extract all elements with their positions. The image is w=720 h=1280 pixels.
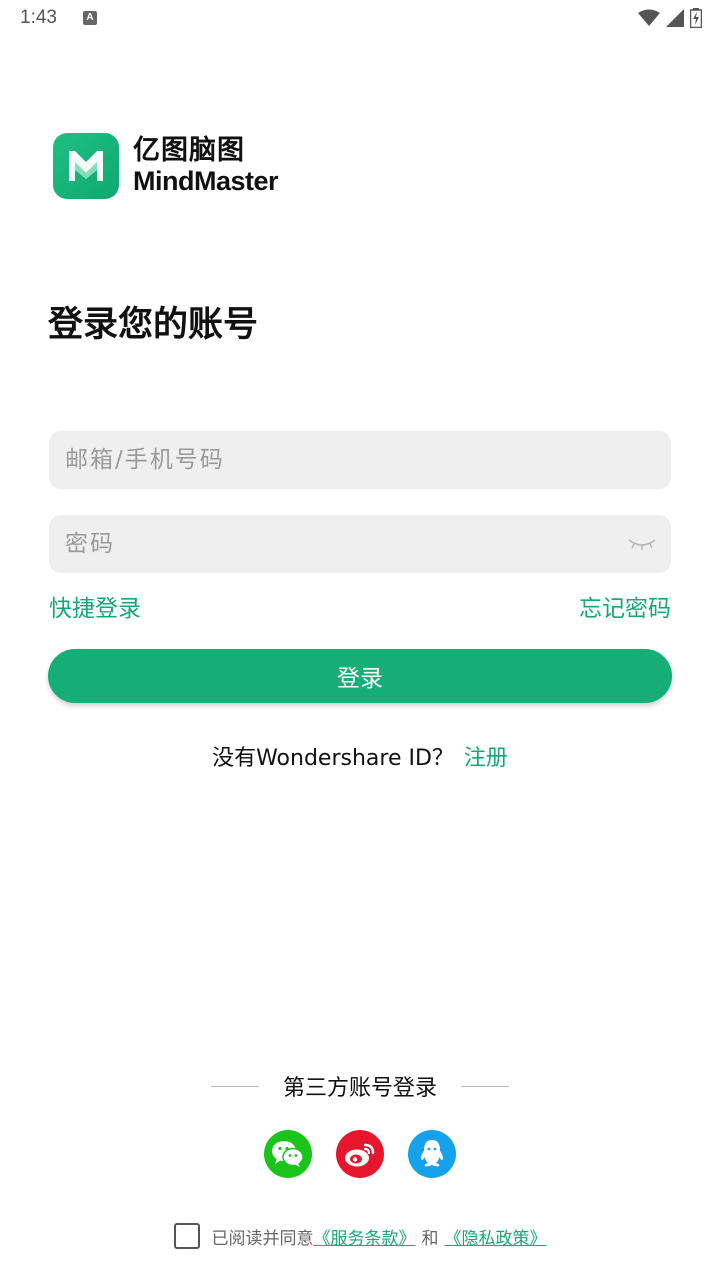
register-link[interactable]: 注册 xyxy=(464,746,508,771)
page-title: 登录您的账号 xyxy=(48,305,259,345)
wechat-icon xyxy=(272,1141,304,1167)
terms-link[interactable]: 《服务条款》 xyxy=(314,1224,416,1249)
forgot-password-link[interactable]: 忘记密码 xyxy=(579,589,671,623)
divider-left xyxy=(210,1085,259,1087)
agreement-and: 和 xyxy=(421,1228,439,1249)
third-party-header: 第三方账号登录 xyxy=(0,1070,720,1102)
weibo-icon xyxy=(345,1143,375,1167)
status-time: 1:43 xyxy=(20,7,57,28)
email-phone-input[interactable] xyxy=(49,431,671,489)
logo-name-en: MindMaster xyxy=(133,166,279,196)
battery-icon xyxy=(690,8,702,28)
logo-name-cn: 亿图脑图 xyxy=(133,135,245,166)
status-bar: 1:43 A xyxy=(0,0,720,36)
wechat-login-button[interactable] xyxy=(264,1130,312,1178)
agreement-text: 已阅读并同意 xyxy=(211,1228,314,1249)
cell-signal-icon xyxy=(666,9,684,27)
register-row: 没有Wondershare ID？ 注册 xyxy=(0,740,720,772)
privacy-link[interactable]: 《隐私政策》 xyxy=(445,1224,547,1249)
weibo-login-button[interactable] xyxy=(336,1130,384,1178)
status-icons xyxy=(638,6,702,30)
wifi-icon xyxy=(638,9,660,26)
password-input[interactable] xyxy=(49,515,671,573)
quick-login-link[interactable]: 快捷登录 xyxy=(49,589,141,623)
mindmaster-logo-icon xyxy=(53,133,119,199)
qq-icon xyxy=(420,1140,444,1167)
agreement-row: 已阅读并同意 《服务条款》 和 《隐私政策》 xyxy=(0,1223,720,1249)
eye-closed-icon[interactable] xyxy=(626,534,658,554)
third-party-label: 第三方账号登录 xyxy=(282,1076,437,1101)
social-login-row xyxy=(0,1130,720,1178)
login-button[interactable]: 登录 xyxy=(48,649,672,703)
notification-icon: A xyxy=(83,11,97,25)
divider-right xyxy=(461,1085,509,1087)
agreement-checkbox[interactable] xyxy=(173,1223,200,1249)
app-logo: 亿图脑图 MindMaster xyxy=(53,133,279,199)
register-prompt: 没有Wondershare ID？ xyxy=(212,746,454,771)
qq-login-button[interactable] xyxy=(408,1130,456,1178)
